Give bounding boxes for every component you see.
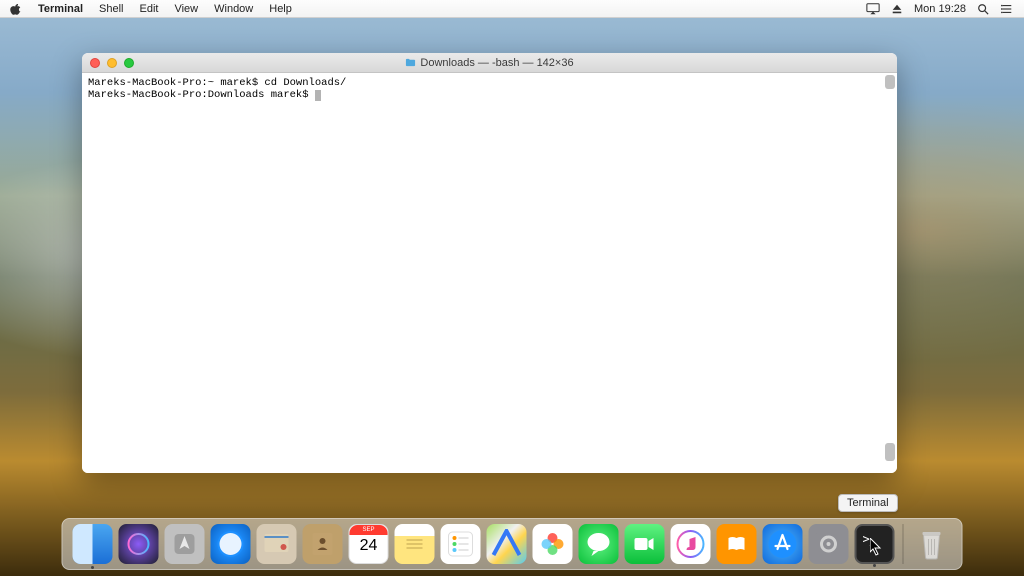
- dock-photos[interactable]: [533, 524, 573, 564]
- eject-icon[interactable]: [890, 2, 904, 16]
- scrollbar-bottom[interactable]: [885, 443, 895, 461]
- dock-tooltip-label: Terminal: [847, 497, 889, 509]
- dock-messages[interactable]: [579, 524, 619, 564]
- dock-appstore[interactable]: [763, 524, 803, 564]
- dock-reminders[interactable]: [441, 524, 481, 564]
- terminal-cursor: [315, 90, 321, 101]
- menu-window[interactable]: Window: [206, 0, 261, 18]
- menubar-clock[interactable]: Mon 19:28: [914, 3, 966, 15]
- dock-notes[interactable]: [395, 524, 435, 564]
- airplay-icon[interactable]: [866, 2, 880, 16]
- dock: SEP 24: [62, 518, 963, 570]
- terminal-body[interactable]: Mareks-MacBook-Pro:~ marek$ cd Downloads…: [82, 73, 897, 473]
- calendar-month: SEP: [350, 525, 388, 535]
- menubar-right: Mon 19:28: [866, 2, 1024, 16]
- dock-itunes[interactable]: [671, 524, 711, 564]
- dock-launchpad[interactable]: [165, 524, 205, 564]
- apple-menu-icon[interactable]: [10, 3, 22, 15]
- dock-maps[interactable]: [487, 524, 527, 564]
- calendar-day: 24: [350, 537, 388, 555]
- menu-view[interactable]: View: [166, 0, 206, 18]
- menubar: Terminal Shell Edit View Window Help Mon…: [0, 0, 1024, 18]
- folder-icon: [405, 57, 416, 68]
- window-title: Downloads — -bash — 142×36: [82, 57, 897, 69]
- dock-calendar[interactable]: SEP 24: [349, 524, 389, 564]
- menubar-left: Terminal Shell Edit View Window Help: [0, 0, 300, 18]
- dock-separator: [903, 524, 904, 564]
- terminal-prompt: Mareks-MacBook-Pro:Downloads marek$: [88, 89, 315, 101]
- dock-ibooks[interactable]: [717, 524, 757, 564]
- spotlight-icon[interactable]: [976, 2, 990, 16]
- dock-siri[interactable]: [119, 524, 159, 564]
- notifications-icon[interactable]: [1000, 2, 1014, 16]
- mouse-cursor: [870, 538, 882, 556]
- terminal-line-1: Mareks-MacBook-Pro:~ marek$ cd Downloads…: [88, 77, 891, 89]
- running-indicator: [91, 566, 94, 569]
- dock-tooltip: Terminal: [838, 494, 898, 512]
- terminal-line-2: Mareks-MacBook-Pro:Downloads marek$: [88, 89, 891, 101]
- menu-edit[interactable]: Edit: [132, 0, 167, 18]
- dock-contacts[interactable]: [303, 524, 343, 564]
- menu-help[interactable]: Help: [261, 0, 300, 18]
- scrollbar-top[interactable]: [885, 75, 895, 89]
- dock-finder[interactable]: [73, 524, 113, 564]
- dock-facetime[interactable]: [625, 524, 665, 564]
- running-indicator: [873, 564, 876, 567]
- dock-safari[interactable]: [211, 524, 251, 564]
- dock-mail[interactable]: [257, 524, 297, 564]
- terminal-window: Downloads — -bash — 142×36 Mareks-MacBoo…: [82, 53, 897, 473]
- window-titlebar[interactable]: Downloads — -bash — 142×36: [82, 53, 897, 73]
- menu-shell[interactable]: Shell: [91, 0, 131, 18]
- dock-system-preferences[interactable]: [809, 524, 849, 564]
- dock-trash[interactable]: [912, 524, 952, 564]
- menubar-app-name[interactable]: Terminal: [30, 0, 91, 18]
- window-title-text: Downloads — -bash — 142×36: [420, 57, 573, 69]
